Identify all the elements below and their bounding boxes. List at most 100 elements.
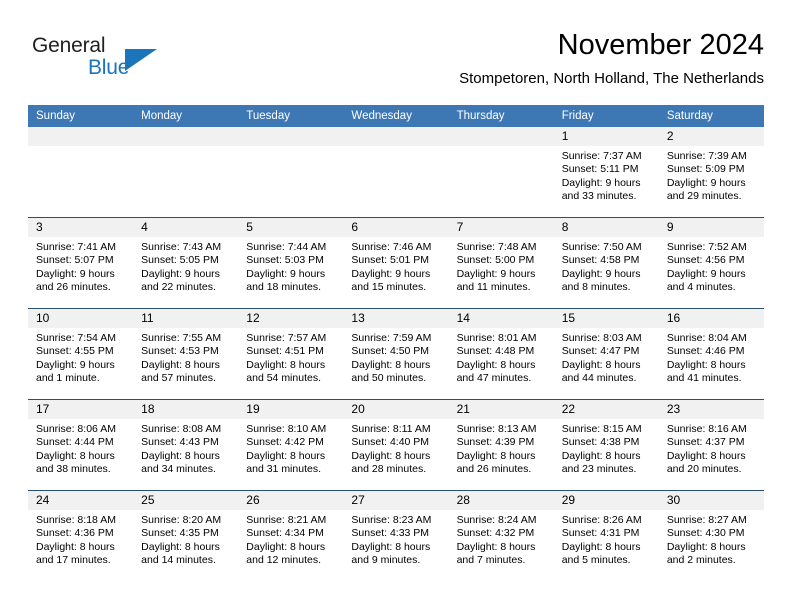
day-number: 21 — [448, 400, 554, 419]
calendar-header-row: Sunday Monday Tuesday Wednesday Thursday… — [28, 105, 764, 127]
sunrise-time: Sunrise: 7:41 AM — [36, 241, 116, 253]
daylight-duration-line2: and 12 minutes. — [246, 554, 321, 567]
daylight-duration-line2: and 5 minutes. — [561, 554, 631, 567]
daylight-duration-line2: and 9 minutes. — [351, 554, 421, 567]
day-number: 17 — [28, 400, 134, 419]
sunrise-time: Sunrise: 8:15 AM — [561, 423, 642, 435]
day-number: 13 — [343, 309, 449, 328]
calendar-day-cell[interactable]: 8 Sunrise: 7:50 AM Sunset: 4:58 PM Daylight… — [553, 217, 659, 309]
day-details: Sunrise: 7:39 AM Sunset: 5:09 PM Daylight:… — [659, 146, 764, 204]
calendar-day-cell[interactable]: 25 Sunrise: 8:20 AM Sunset: 4:35 PM Dayligh… — [133, 490, 239, 581]
sunset-time: Sunset: 4:43 PM — [141, 436, 219, 449]
sunrise-time: Sunrise: 8:04 AM — [666, 332, 747, 344]
day-number: 29 — [553, 491, 659, 510]
calendar-day-cell[interactable]: 1 Sunrise: 7:37 AM Sunset: 5:11 PM Daylight… — [553, 127, 659, 218]
daylight-duration-line2: and 11 minutes. — [456, 281, 531, 294]
calendar-day-cell[interactable]: 2 Sunrise: 7:39 AM Sunset: 5:09 PM Daylight… — [658, 127, 764, 218]
sunrise-time: Sunrise: 7:37 AM — [561, 150, 642, 162]
day-details: Sunrise: 8:18 AM Sunset: 4:36 PM Daylight:… — [28, 510, 133, 568]
day-details: Sunrise: 8:26 AM Sunset: 4:31 PM Daylight:… — [554, 510, 659, 568]
sunrise-time: Sunrise: 7:43 AM — [141, 241, 222, 253]
calendar-day-cell[interactable]: 27 Sunrise: 8:23 AM Sunset: 4:33 PM Dayligh… — [343, 490, 449, 581]
daylight-duration-line1: Daylight: 8 hours — [36, 449, 115, 462]
calendar-day-cell[interactable]: 7 Sunrise: 7:48 AM Sunset: 5:00 PM Daylight… — [448, 217, 554, 309]
day-number — [28, 127, 134, 146]
calendar-day-cell[interactable]: 16 Sunrise: 8:04 AM Sunset: 4:46 PM Dayligh… — [658, 308, 764, 400]
day-number: 23 — [658, 400, 764, 419]
calendar-day-cell[interactable]: 23 Sunrise: 8:16 AM Sunset: 4:37 PM Dayligh… — [658, 399, 764, 491]
daylight-duration-line2: and 26 minutes. — [36, 281, 111, 294]
calendar-day-cell[interactable]: 29 Sunrise: 8:26 AM Sunset: 4:31 PM Dayligh… — [553, 490, 659, 581]
daylight-duration-line1: Daylight: 9 hours — [351, 267, 431, 280]
sunrise-time: Sunrise: 7:50 AM — [561, 241, 642, 253]
column-header-thursday: Thursday — [448, 105, 554, 127]
sunrise-time: Sunrise: 8:24 AM — [456, 514, 537, 526]
daylight-duration-line2: and 2 minutes. — [666, 554, 736, 567]
calendar-day-cell[interactable]: 13 Sunrise: 7:59 AM Sunset: 4:50 PM Dayligh… — [343, 308, 449, 400]
daylight-duration-line1: Daylight: 8 hours — [561, 540, 641, 553]
general-blue-logo[interactable]: General Blue — [28, 34, 208, 90]
calendar-day-cell[interactable]: 26 Sunrise: 8:21 AM Sunset: 4:34 PM Dayligh… — [238, 490, 344, 581]
calendar-day-cell[interactable]: 30 Sunrise: 8:27 AM Sunset: 4:30 PM Dayligh… — [658, 490, 764, 581]
day-details: Sunrise: 8:27 AM Sunset: 4:30 PM Daylight:… — [659, 510, 764, 568]
daylight-duration-line2: and 31 minutes. — [246, 463, 321, 476]
day-number: 7 — [448, 218, 554, 237]
daylight-duration-line1: Daylight: 8 hours — [246, 358, 326, 371]
sunrise-time: Sunrise: 8:10 AM — [246, 423, 327, 435]
logo-text-blue: Blue — [88, 56, 130, 79]
day-number: 27 — [343, 491, 449, 510]
calendar-day-cell[interactable]: 5 Sunrise: 7:44 AM Sunset: 5:03 PM Daylight… — [238, 217, 344, 309]
calendar-day-cell[interactable]: 14 Sunrise: 8:01 AM Sunset: 4:48 PM Dayligh… — [448, 308, 554, 400]
day-details: Sunrise: 7:54 AM Sunset: 4:55 PM Daylight:… — [28, 328, 133, 386]
day-details: Sunrise: 8:16 AM Sunset: 4:37 PM Daylight:… — [659, 419, 764, 477]
column-header-wednesday: Wednesday — [343, 105, 449, 127]
calendar-day-cell[interactable]: 3 Sunrise: 7:41 AM Sunset: 5:07 PM Daylight… — [28, 217, 134, 309]
calendar-day-cell[interactable]: 21 Sunrise: 8:13 AM Sunset: 4:39 PM Dayligh… — [448, 399, 554, 491]
sunset-time: Sunset: 4:36 PM — [36, 527, 114, 540]
calendar-day-cell[interactable]: 20 Sunrise: 8:11 AM Sunset: 4:40 PM Dayligh… — [343, 399, 449, 491]
day-details: Sunrise: 7:50 AM Sunset: 4:58 PM Daylight:… — [554, 237, 659, 295]
sunset-time: Sunset: 5:00 PM — [456, 254, 535, 267]
daylight-duration-line1: Daylight: 9 hours — [456, 267, 536, 280]
daylight-duration-line2: and 26 minutes. — [456, 463, 532, 476]
sunset-time: Sunset: 4:30 PM — [666, 527, 745, 540]
daylight-duration-line1: Daylight: 8 hours — [351, 449, 431, 462]
calendar-day-cell[interactable]: 28 Sunrise: 8:24 AM Sunset: 4:32 PM Dayligh… — [448, 490, 554, 581]
column-header-friday: Friday — [553, 105, 659, 127]
day-number: 1 — [553, 127, 659, 146]
calendar-day-cell[interactable]: 10 Sunrise: 7:54 AM Sunset: 4:55 PM Dayligh… — [28, 308, 134, 400]
daylight-duration-line2: and 41 minutes. — [666, 372, 742, 385]
calendar-day-cell[interactable]: 6 Sunrise: 7:46 AM Sunset: 5:01 PM Daylight… — [343, 217, 449, 309]
day-details: Sunrise: 7:48 AM Sunset: 5:00 PM Daylight:… — [449, 237, 554, 295]
calendar-day-cell[interactable]: 18 Sunrise: 8:08 AM Sunset: 4:43 PM Dayligh… — [133, 399, 239, 491]
daylight-duration-line1: Daylight: 8 hours — [561, 449, 641, 462]
calendar-day-cell[interactable]: 12 Sunrise: 7:57 AM Sunset: 4:51 PM Dayligh… — [238, 308, 344, 400]
daylight-duration-line2: and 14 minutes. — [141, 554, 216, 567]
sunrise-time: Sunrise: 8:03 AM — [561, 332, 642, 344]
day-details: Sunrise: 7:57 AM Sunset: 4:51 PM Daylight:… — [238, 328, 343, 386]
calendar-week-row: 3 Sunrise: 7:41 AM Sunset: 5:07 PM Daylight… — [28, 217, 764, 309]
calendar-day-cell[interactable]: 11 Sunrise: 7:55 AM Sunset: 4:53 PM Dayligh… — [133, 308, 239, 400]
sunrise-time: Sunrise: 8:20 AM — [141, 514, 222, 526]
calendar-day-cell[interactable]: 17 Sunrise: 8:06 AM Sunset: 4:44 PM Dayligh… — [28, 399, 134, 491]
calendar-day-cell[interactable]: 19 Sunrise: 8:10 AM Sunset: 4:42 PM Dayligh… — [238, 399, 344, 491]
daylight-duration-line2: and 22 minutes. — [141, 281, 216, 294]
sunset-time: Sunset: 4:58 PM — [561, 254, 640, 267]
calendar-day-cell[interactable]: 15 Sunrise: 8:03 AM Sunset: 4:47 PM Dayligh… — [553, 308, 659, 400]
day-details: Sunrise: 7:55 AM Sunset: 4:53 PM Daylight:… — [133, 328, 238, 386]
calendar-day-cell[interactable]: 22 Sunrise: 8:15 AM Sunset: 4:38 PM Dayligh… — [553, 399, 659, 491]
calendar-day-cell[interactable]: 4 Sunrise: 7:43 AM Sunset: 5:05 PM Daylight… — [133, 217, 239, 309]
sunrise-time: Sunrise: 8:21 AM — [246, 514, 327, 526]
daylight-duration-line2: and 29 minutes. — [666, 190, 742, 203]
calendar-week-row: 10 Sunrise: 7:54 AM Sunset: 4:55 PM Dayligh… — [28, 308, 764, 400]
calendar-week-row: 1 Sunrise: 7:37 AM Sunset: 5:11 PM Daylight… — [28, 127, 764, 218]
daylight-duration-line1: Daylight: 8 hours — [36, 540, 115, 553]
sunrise-time: Sunrise: 7:52 AM — [666, 241, 747, 253]
calendar-day-cell[interactable]: 24 Sunrise: 8:18 AM Sunset: 4:36 PM Dayligh… — [28, 490, 134, 581]
daylight-duration-line2: and 4 minutes. — [666, 281, 736, 294]
calendar-page: General Blue November 2024 Stompetoren, … — [0, 0, 792, 612]
day-number: 5 — [238, 218, 344, 237]
sunset-time: Sunset: 4:34 PM — [246, 527, 324, 540]
calendar-day-cell[interactable]: 9 Sunrise: 7:52 AM Sunset: 4:56 PM Daylight… — [658, 217, 764, 309]
daylight-duration-line2: and 15 minutes. — [351, 281, 427, 294]
